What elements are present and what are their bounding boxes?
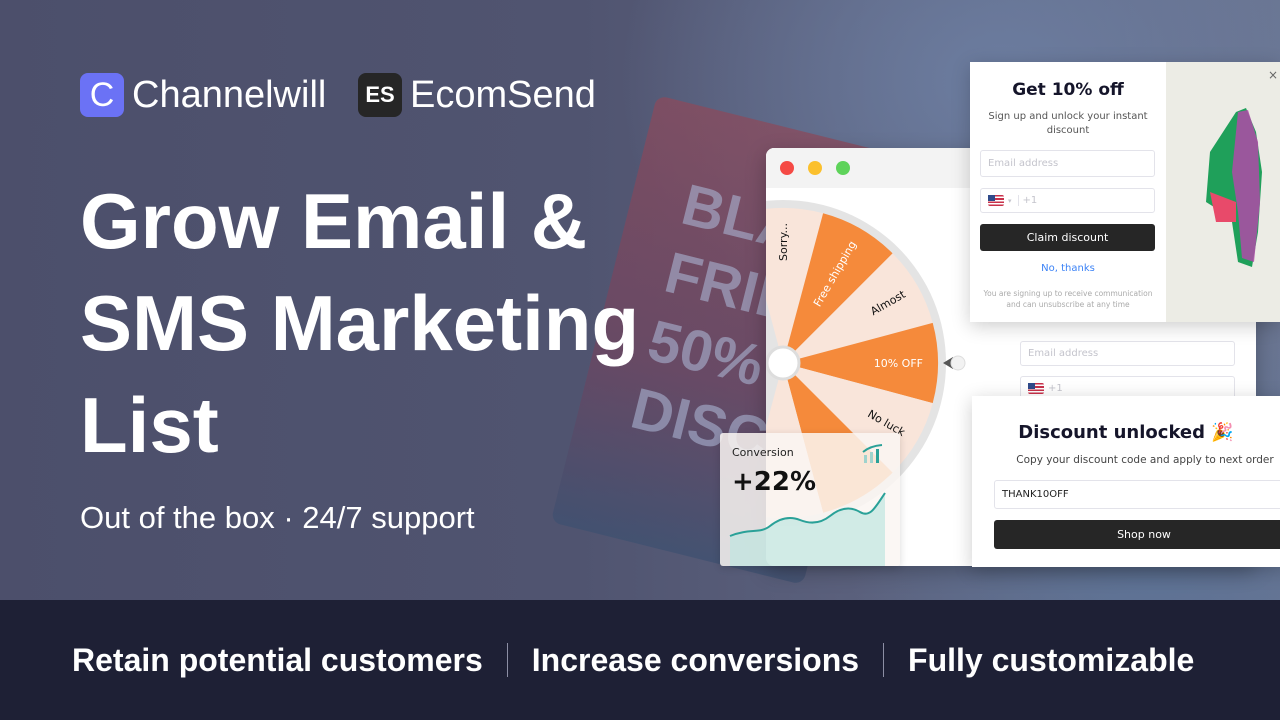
wheel-pointer-knob (950, 355, 966, 371)
channelwill-logo-icon: C (80, 73, 124, 117)
close-icon[interactable]: × (1268, 68, 1278, 82)
chevron-down-icon[interactable]: ▾ (1008, 197, 1012, 205)
party-popper-icon: 🎉 (1211, 422, 1234, 443)
conversion-card: Conversion +22% (720, 433, 900, 566)
claim-discount-button[interactable]: Claim discount (980, 224, 1155, 251)
ecomsend-name: EcomSend (410, 73, 596, 116)
popup-title: Get 10% off (1012, 80, 1124, 100)
signup-popup: Get 10% off Sign up and unlock your inst… (970, 62, 1280, 322)
feature-conversions: Increase conversions (531, 641, 860, 678)
ecomsend-logo-icon: ES (358, 73, 402, 117)
phone-field[interactable]: ▾ +1 (980, 188, 1155, 213)
subtitle: Out of the box · 24/7 support (80, 500, 475, 535)
headline: Grow Email & SMS Marketing List (80, 177, 640, 469)
discount-code-field[interactable]: THANK10OFF (994, 480, 1280, 509)
email-field[interactable]: Email address (980, 150, 1155, 177)
legal-text: You are signing up to receive communicat… (983, 289, 1153, 309)
growth-chart-icon (862, 444, 883, 463)
wheel-slice-label: Sorry... (777, 223, 790, 261)
popup-text: Sign up and unlock your instant discount (988, 111, 1148, 136)
feature-bar: Retain potential customers Increase conv… (0, 600, 1280, 720)
bg-email-field[interactable]: Email address (1020, 341, 1235, 366)
us-flag-icon (988, 195, 1004, 206)
wheel-hub[interactable] (766, 345, 801, 381)
shop-now-button[interactable]: Shop now (994, 520, 1280, 549)
unlocked-text: Copy your discount code and apply to nex… (1016, 454, 1274, 466)
feature-retain: Retain potential customers (72, 641, 483, 678)
feature-customizable: Fully customizable (908, 641, 1195, 678)
unlocked-title: Discount unlocked 🎉 (1018, 422, 1234, 443)
divider (883, 643, 885, 677)
product-image-jacket (1166, 62, 1280, 322)
conversion-sparkline (729, 492, 886, 566)
wheel-slice-label: 10% OFF (874, 357, 923, 370)
no-thanks-link[interactable]: No, thanks (970, 263, 1166, 274)
discount-unlocked-popup: Discount unlocked 🎉 Copy your discount c… (972, 396, 1280, 567)
us-flag-icon (1028, 383, 1044, 394)
channelwill-name: Channelwill (132, 73, 327, 116)
divider (506, 643, 508, 677)
ecomsend-logo: ES EcomSend (358, 73, 596, 117)
channelwill-logo: C Channelwill (80, 73, 326, 117)
conversion-label: Conversion (732, 446, 794, 459)
